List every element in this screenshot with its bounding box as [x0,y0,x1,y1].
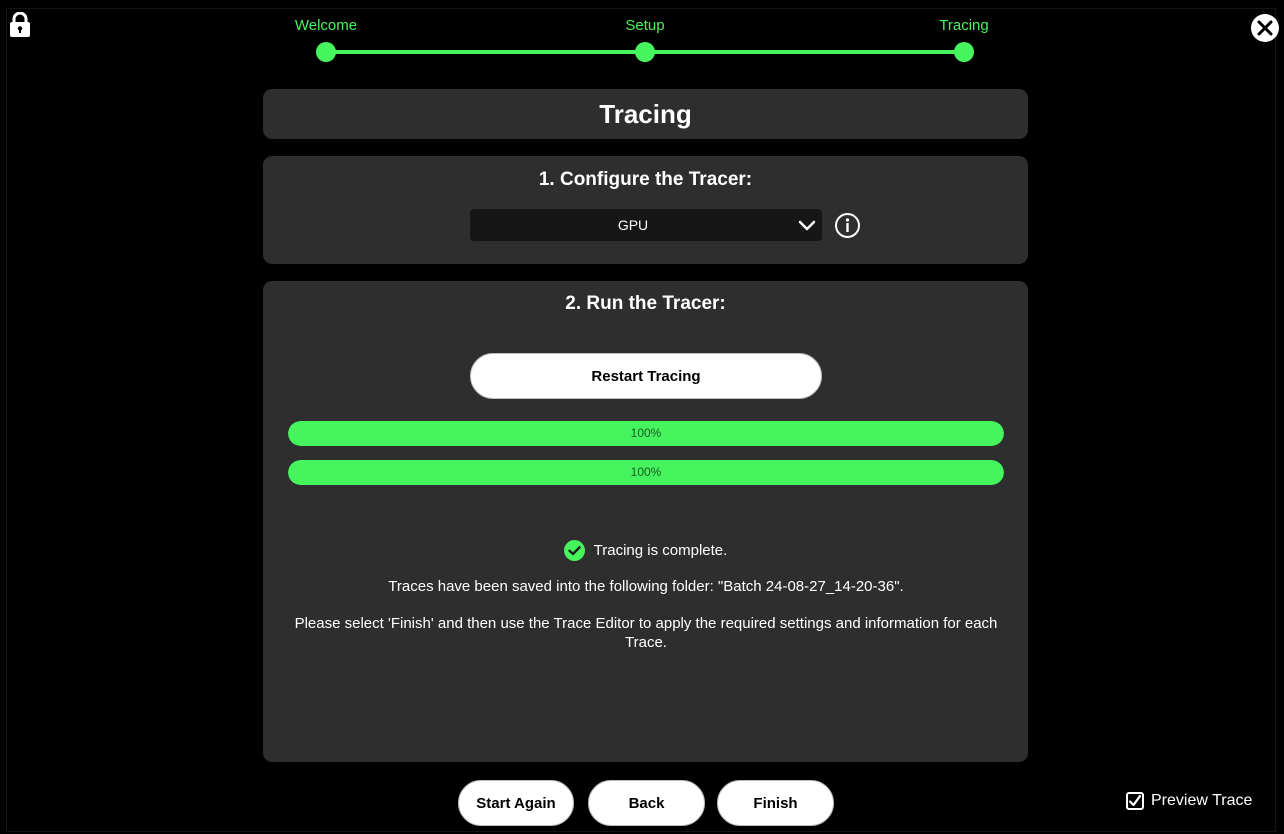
preview-trace-label: Preview Trace [1151,792,1253,809]
restart-tracing-button[interactable]: Restart Tracing [470,353,822,399]
saved-folder-message: Traces have been saved into the followin… [388,578,904,595]
page-title: Tracing [263,89,1028,139]
run-heading: 2. Run the Tracer: [565,293,726,314]
status-text: Tracing is complete. [593,541,728,559]
progress-bar-2: 100% [288,460,1004,485]
info-icon[interactable] [834,212,861,239]
progress-label-2: 100% [630,465,662,479]
configure-heading: 1. Configure the Tracer: [538,169,753,190]
step-dot-welcome [316,42,336,62]
step-dot-setup [635,42,655,62]
preview-trace-toggle[interactable]: Preview Trace [1126,790,1252,812]
progress-bar-1: 100% [288,421,1004,446]
step-label-setup: Setup [625,17,665,34]
tracer-dropdown[interactable]: GPU [470,209,822,241]
chevron-down-icon [798,220,816,231]
step-label-welcome: Welcome [294,17,358,34]
finish-button[interactable]: Finish [717,780,834,826]
back-button[interactable]: Back [588,780,705,826]
progress-stepper: Welcome Setup Tracing [0,0,1284,70]
tracer-dropdown-value: GPU [617,217,649,233]
step-label-tracing: Tracing [939,17,989,34]
preview-trace-checkbox[interactable] [1126,792,1144,810]
tracing-status: Tracing is complete. [263,539,1028,561]
finish-instructions: Please select 'Finish' and then use the … [294,615,998,651]
progress-label-1: 100% [630,426,662,440]
step-dot-tracing [954,42,974,62]
check-circle-icon [563,539,585,561]
start-again-button[interactable]: Start Again [458,780,574,826]
checkmark-icon [1128,794,1142,807]
